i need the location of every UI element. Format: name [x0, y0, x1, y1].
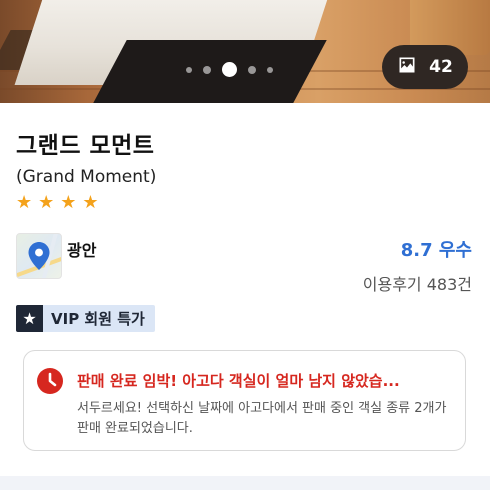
map-thumbnail[interactable]	[16, 233, 62, 279]
photo-count-button[interactable]: 42	[382, 45, 468, 89]
image-icon	[397, 55, 417, 80]
carousel-dot[interactable]	[203, 65, 211, 74]
vip-deal-badge: ★ VIP 회원 특가	[16, 305, 155, 332]
urgency-alert-card: 판매 완료 임박! 아고다 객실이 얼마 남지 않았습... 서두르세요! 선택…	[23, 350, 466, 451]
star-icon: ★	[82, 192, 99, 213]
star-icon: ★	[16, 305, 43, 332]
star-icon: ★	[38, 192, 55, 213]
carousel-dot[interactable]	[248, 65, 256, 74]
section-divider	[0, 476, 490, 490]
star-icon: ★	[60, 192, 77, 213]
hotel-photo[interactable]: 42	[0, 0, 490, 103]
photo-count-label: 42	[429, 57, 453, 77]
alert-body: 서두르세요! 선택하신 날짜에 아고다에서 판매 중인 객실 종류 2개가 판매…	[77, 401, 447, 436]
star-rating: ★ ★ ★ ★	[16, 193, 99, 213]
hotel-name: 그랜드 모먼트	[16, 133, 155, 159]
vip-deal-label: VIP 회원 특가	[51, 310, 145, 328]
review-score[interactable]: 8.7 우수	[401, 236, 472, 262]
carousel-dot[interactable]	[186, 66, 192, 73]
carousel-dot-active[interactable]	[222, 62, 237, 77]
star-icon: ★	[16, 192, 33, 213]
location-name[interactable]: 광안	[67, 237, 96, 261]
carousel-indicator	[186, 62, 273, 77]
clock-icon	[36, 367, 64, 395]
review-count[interactable]: 이용후기 483건	[363, 271, 472, 295]
hotel-english-name: (Grand Moment)	[16, 167, 157, 187]
carousel-dot[interactable]	[267, 66, 273, 73]
alert-headline: 판매 완료 임박! 아고다 객실이 얼마 남지 않았습...	[77, 372, 400, 390]
